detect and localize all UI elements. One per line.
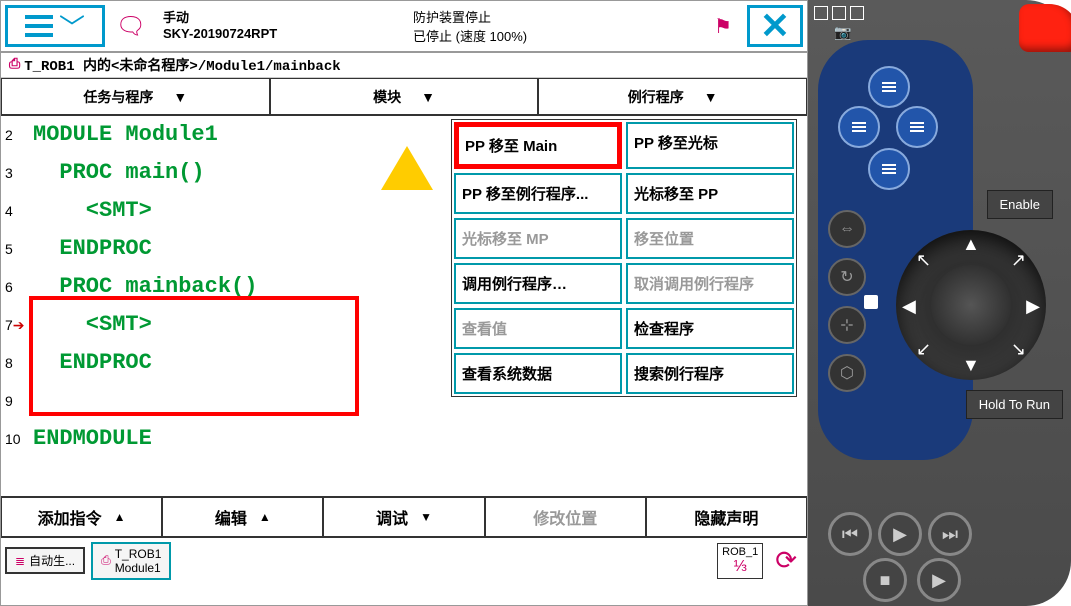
pendant-hardware: 📷 ⇔ ↻ ⊹ ⬡ ▲ ▼ ◀ ▶ ↖ ↗ ↙ ↘ Enable Hold To… [808, 0, 1071, 606]
dropdown-icon: ▼ [421, 89, 435, 105]
stop-button[interactable]: ■ [863, 558, 907, 602]
hw-button-b[interactable] [838, 106, 880, 148]
guard-status: 防护装置停止 [413, 7, 491, 26]
speed-fraction: ⅓ [722, 558, 758, 576]
dropdown-icon: ▲ [259, 510, 271, 524]
arrow-diag-icon: ↗ [1011, 250, 1026, 271]
editor-header-tabs: 任务与程序▼ 模块▼ 例行程序▼ [1, 78, 807, 116]
dropdown-icon: ▼ [704, 89, 718, 105]
menu-view-system-data[interactable]: 查看系统数据 [454, 353, 622, 394]
close-button[interactable]: ✕ [747, 5, 803, 47]
task-icon: ≣ [15, 554, 25, 568]
task-trob1-module1[interactable]: ⎙ T_ROB1Module1 [91, 542, 171, 580]
menu-pp-to-main[interactable]: PP 移至 Main [454, 122, 622, 169]
step-back-button[interactable]: ⏮ [828, 512, 872, 556]
controller-name: SKY-20190724RPT [163, 26, 413, 45]
camera-icon: 📷 [834, 24, 851, 41]
tab-routine[interactable]: 例行程序▼ [538, 78, 807, 115]
btab-debug[interactable]: 调试▼ [323, 497, 484, 537]
top-status-bar: ﹀ 🗨 手动 防护装置停止 SKY-20190724RPT 已停止 (速度 10… [1, 1, 807, 53]
enable-device-label[interactable]: Enable [987, 190, 1053, 219]
robot-selector[interactable]: ROB_1 ⅓ [717, 543, 763, 579]
menu-check-program[interactable]: 检查程序 [626, 308, 794, 349]
arrow-left-icon: ◀ [902, 296, 916, 317]
dropdown-icon: ▲ [114, 510, 126, 524]
sim-window-controls[interactable] [814, 6, 864, 20]
menu-call-routine[interactable]: 调用例行程序… [454, 263, 622, 304]
menu-pp-to-routine[interactable]: PP 移至例行程序... [454, 173, 622, 214]
tab-task-program[interactable]: 任务与程序▼ [1, 78, 270, 115]
hw-toggle-reorient[interactable]: ↻ [828, 258, 866, 296]
task-icon: ⎙ [101, 553, 111, 568]
dropdown-icon: ▼ [173, 89, 187, 105]
arrow-up-icon: ▲ [962, 234, 980, 255]
hw-button-d[interactable] [868, 148, 910, 190]
run-button[interactable]: ▶ [917, 558, 961, 602]
menu-view-value: 查看值 [454, 308, 622, 349]
mode-label: 手动 [163, 7, 413, 26]
hw-button-c[interactable] [896, 106, 938, 148]
event-log-icon[interactable]: ⚑ [703, 1, 743, 51]
menu-search-routine[interactable]: 搜索例行程序 [626, 353, 794, 394]
debug-popup-menu: PP 移至 Main PP 移至光标 PP 移至例行程序... 光标移至 PP … [451, 119, 797, 397]
hw-toggle-increment[interactable]: ⬡ [828, 354, 866, 392]
operator-message-icon[interactable]: 🗨 [109, 1, 153, 51]
chevron-down-icon: ﹀ [59, 8, 85, 45]
taskbar: ≣ 自动生... ⎙ T_ROB1Module1 ROB_1 ⅓ ⟳ [1, 538, 807, 583]
editor-bottom-tabs: 添加指令▲ 编辑▲ 调试▼ 修改位置 隐藏声明 [1, 496, 807, 538]
dropdown-icon: ▼ [420, 510, 432, 524]
menu-move-to-position: 移至位置 [626, 218, 794, 259]
tab-module[interactable]: 模块▼ [270, 78, 539, 115]
step-forward-button[interactable]: ⏭ [928, 512, 972, 556]
program-pointer-icon: ➔ [13, 317, 25, 333]
arrow-down-icon: ▼ [962, 355, 980, 376]
quickset-icon[interactable]: ⟳ [769, 545, 803, 576]
joystick-lock-indicator [864, 295, 878, 309]
task-autogen[interactable]: ≣ 自动生... [5, 547, 85, 574]
flexpendant-screen: ﹀ 🗨 手动 防护装置停止 SKY-20190724RPT 已停止 (速度 10… [0, 0, 808, 606]
btab-edit[interactable]: 编辑▲ [162, 497, 323, 537]
hw-toggle-axis[interactable]: ⊹ [828, 306, 866, 344]
menu-cursor-to-pp[interactable]: 光标移至 PP [626, 173, 794, 214]
hw-toggle-linear[interactable]: ⇔ [828, 210, 866, 248]
arrow-diag-icon: ↙ [916, 339, 931, 360]
arrow-diag-icon: ↘ [1011, 339, 1026, 360]
emergency-stop-button[interactable] [1019, 4, 1071, 52]
btab-add-instruction[interactable]: 添加指令▲ [1, 497, 162, 537]
code-editor[interactable]: 2 3 4 5 6 7➔ 8 9 10 MODULE Module1 PROC … [1, 116, 807, 496]
btab-hide-declarations[interactable]: 隐藏声明 [646, 497, 807, 537]
arrow-diag-icon: ↖ [916, 250, 931, 271]
status-info: 手动 防护装置停止 SKY-20190724RPT 已停止 (速度 100%) [153, 1, 703, 51]
joystick-well: ▲ ▼ ◀ ▶ ↖ ↗ ↙ ↘ [896, 230, 1046, 380]
menu-pp-to-cursor[interactable]: PP 移至光标 [626, 122, 794, 169]
warning-icon [381, 146, 433, 190]
line-number-gutter: 2 3 4 5 6 7➔ 8 9 10 [1, 116, 29, 458]
joystick[interactable] [931, 265, 1011, 345]
program-icon: ⎙ [9, 57, 20, 73]
run-status: 已停止 (速度 100%) [413, 26, 527, 45]
hold-to-run-label[interactable]: Hold To Run [966, 390, 1063, 419]
breadcrumb: ⎙ T_ROB1 内的<未命名程序>/Module1/mainback [1, 53, 807, 78]
code-lines: MODULE Module1 PROC main() <SMT> ENDPROC… [33, 116, 257, 458]
main-menu-button[interactable]: ﹀ [5, 5, 105, 47]
menu-cursor-to-mp: 光标移至 MP [454, 218, 622, 259]
hw-button-a[interactable] [868, 66, 910, 108]
menu-cancel-call-routine: 取消调用例行程序 [626, 263, 794, 304]
btab-modify-position: 修改位置 [485, 497, 646, 537]
play-button[interactable]: ▶ [878, 512, 922, 556]
hamburger-icon [25, 15, 53, 37]
arrow-right-icon: ▶ [1026, 296, 1040, 317]
breadcrumb-path: T_ROB1 内的<未命名程序>/Module1/mainback [24, 55, 340, 75]
